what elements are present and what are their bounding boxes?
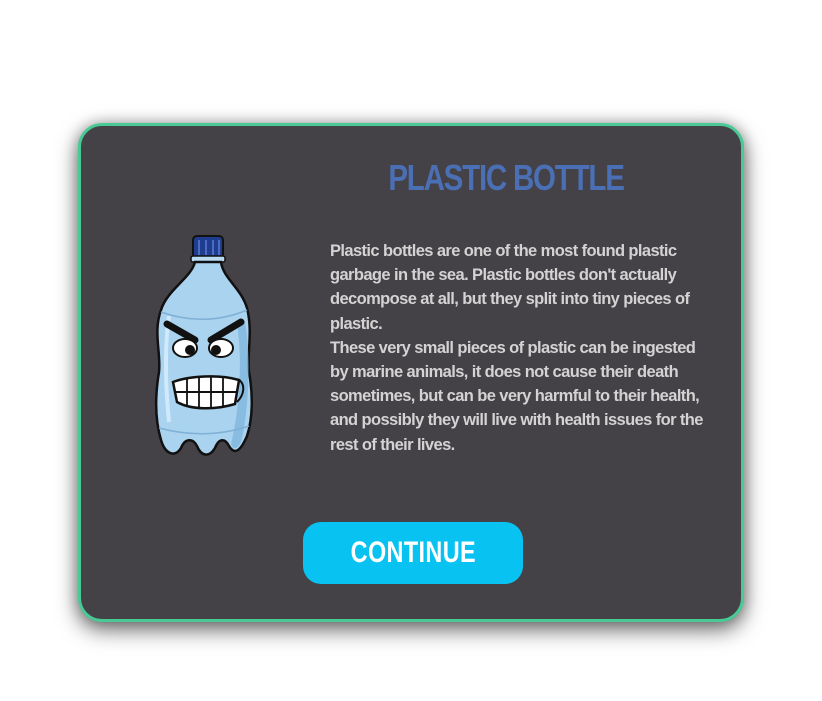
info-dialog: PLASTIC BOTTLE Plastic bottles are one o… <box>78 123 744 622</box>
dialog-title: PLASTIC BOTTLE <box>388 157 625 198</box>
continue-button-label: CONTINUE <box>350 536 476 569</box>
dialog-description: Plastic bottles are one of the most foun… <box>330 239 710 457</box>
continue-button[interactable]: CONTINUE <box>303 522 523 584</box>
angry-plastic-bottle-icon <box>149 232 261 464</box>
description-paragraph: Plastic bottles are one of the most foun… <box>330 242 690 333</box>
description-paragraph: These very small pieces of plastic can b… <box>330 338 703 454</box>
